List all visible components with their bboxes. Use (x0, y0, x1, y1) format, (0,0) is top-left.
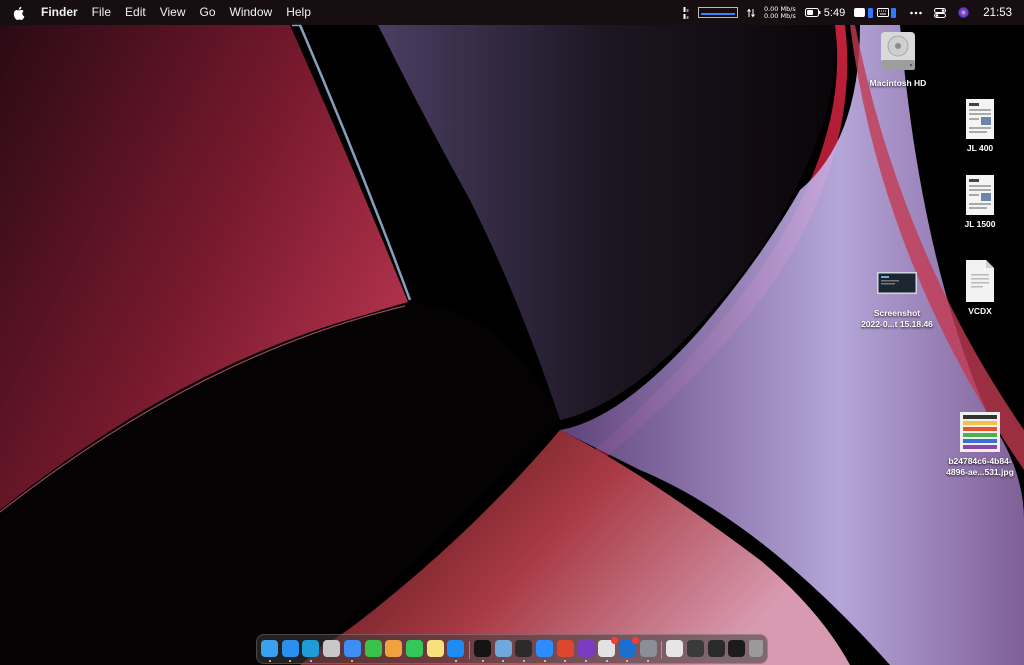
dock-launchpad-icon[interactable] (323, 640, 341, 657)
desktop-icon-label-line-1: Screenshot (873, 308, 921, 318)
running-indicator (647, 660, 650, 662)
desktop-icon-screenshot[interactable]: Screenshot 2022-0...t 15.18.46 (850, 268, 944, 330)
notification-badge (631, 637, 639, 644)
more-icon[interactable] (910, 11, 923, 15)
desktop-icon-label: JL 400 (966, 143, 994, 153)
dock-maps-icon[interactable] (494, 640, 512, 657)
blank-document-icon (966, 260, 994, 302)
hard-drive-icon (881, 32, 915, 70)
dock-window-thumbnail-icon[interactable] (728, 640, 746, 657)
menu-window[interactable]: Window (223, 0, 280, 25)
dock-safari-icon[interactable] (281, 640, 299, 657)
dock-edge-icon[interactable] (302, 640, 320, 657)
keyboard-icon[interactable] (877, 8, 890, 17)
image-thumbnail-icon (960, 412, 1000, 452)
menu-bar: Finder File Edit View Go Window Help 0.0… (0, 0, 1024, 25)
desktop-icon-macintosh-hd[interactable]: Macintosh HD (858, 30, 938, 89)
desktop-icon-jpg[interactable]: b24784c6-4b84- 4896-ae...531.jpg (934, 410, 1024, 478)
cpu-meter-icon[interactable] (683, 6, 689, 20)
dock-mail-icon[interactable] (343, 640, 361, 657)
desktop-icon-vcdx[interactable]: VCDX (944, 258, 1016, 317)
dock-slack-icon[interactable] (598, 637, 619, 657)
dock-messages-icon[interactable] (364, 640, 382, 657)
running-indicator (502, 660, 505, 662)
siri-icon[interactable] (958, 7, 969, 18)
dock (256, 634, 768, 664)
dock-finder-icon[interactable] (261, 640, 278, 657)
desktop-icon-label: Macintosh HD (869, 78, 927, 88)
battery-icon[interactable] (804, 8, 821, 17)
menu-go[interactable]: Go (193, 0, 223, 25)
desktop-icon-label-line-1: b24784c6-4b84- (948, 456, 1012, 466)
desktop-icon-label: VCDX (968, 306, 992, 316)
input-source-icon[interactable] (891, 7, 897, 18)
desktop-wallpaper (0, 0, 1024, 665)
dock-sketch-icon[interactable] (556, 640, 574, 657)
network-download: 0.00 Mb/s (763, 11, 796, 20)
desktop-icon-label: JL 1500 (964, 219, 996, 229)
dock-zoom-icon[interactable] (536, 640, 554, 657)
dock-outlook-icon[interactable] (618, 637, 639, 657)
running-indicator (522, 660, 525, 662)
network-speed[interactable]: 0.00 Mb/s 0.00 Mb/s (763, 5, 796, 20)
battery-small-icon[interactable] (854, 8, 866, 17)
dock-screenshot-folder-icon[interactable] (687, 640, 704, 657)
network-arrows-icon[interactable] (747, 7, 755, 19)
desktop-icon-label-line-2: 4896-ae...531.jpg (946, 467, 1014, 477)
menu-file[interactable]: File (85, 0, 118, 25)
notification-badge (611, 637, 619, 644)
desktop-icon-jl-1500[interactable]: JL 1500 (944, 173, 1016, 230)
dock-terminal-icon[interactable] (515, 640, 533, 657)
running-indicator (564, 660, 567, 662)
dock-trash-icon[interactable] (749, 640, 764, 657)
memory-graph-icon[interactable] (697, 7, 738, 18)
running-indicator (481, 660, 484, 662)
display-icon[interactable] (868, 7, 874, 18)
dock-onenote-icon[interactable] (577, 640, 595, 657)
menu-bar-left: Finder File Edit View Go Window Help (26, 0, 318, 25)
running-indicator (626, 660, 629, 662)
menu-view[interactable]: View (153, 0, 193, 25)
document-thumbnail-icon (966, 175, 994, 215)
running-indicator (454, 660, 457, 662)
dock-separator (661, 641, 663, 659)
running-indicator (585, 660, 587, 662)
running-indicator (605, 660, 608, 662)
desktop-icon-jl-400[interactable]: JL 400 (944, 97, 1016, 154)
dock-photos-icon[interactable] (385, 640, 403, 657)
dock-notes-icon[interactable] (426, 640, 444, 657)
control-center-icon[interactable] (934, 7, 947, 18)
desktop-icon-label-line-2: 2022-0...t 15.18.46 (861, 319, 933, 329)
dock-document-icon[interactable] (666, 640, 684, 657)
dock-facetime-icon[interactable] (405, 640, 423, 657)
apple-menu-icon[interactable] (12, 5, 26, 21)
menu-edit[interactable]: Edit (118, 0, 153, 25)
running-indicator (289, 660, 292, 662)
dock-prompt-icon[interactable] (474, 640, 491, 657)
running-indicator (268, 660, 271, 662)
document-thumbnail-icon (966, 99, 994, 139)
dock-separator (469, 641, 470, 659)
screenshot-thumbnail-icon (877, 272, 917, 294)
running-indicator (543, 660, 546, 662)
running-indicator (351, 660, 354, 662)
menu-help[interactable]: Help (279, 0, 318, 25)
menu-clock[interactable]: 21:53 (983, 7, 1012, 19)
running-indicator (309, 660, 312, 662)
battery-time[interactable]: 5:49 (824, 7, 845, 19)
app-menu-finder[interactable]: Finder (34, 0, 85, 25)
dock-app-store-icon[interactable] (447, 640, 465, 657)
status-area: 0.00 Mb/s 0.00 Mb/s 5:49 21:53 (674, 0, 1024, 25)
dock-system-info-icon[interactable] (639, 640, 657, 657)
dock-downloads-stack-icon[interactable] (707, 640, 725, 657)
